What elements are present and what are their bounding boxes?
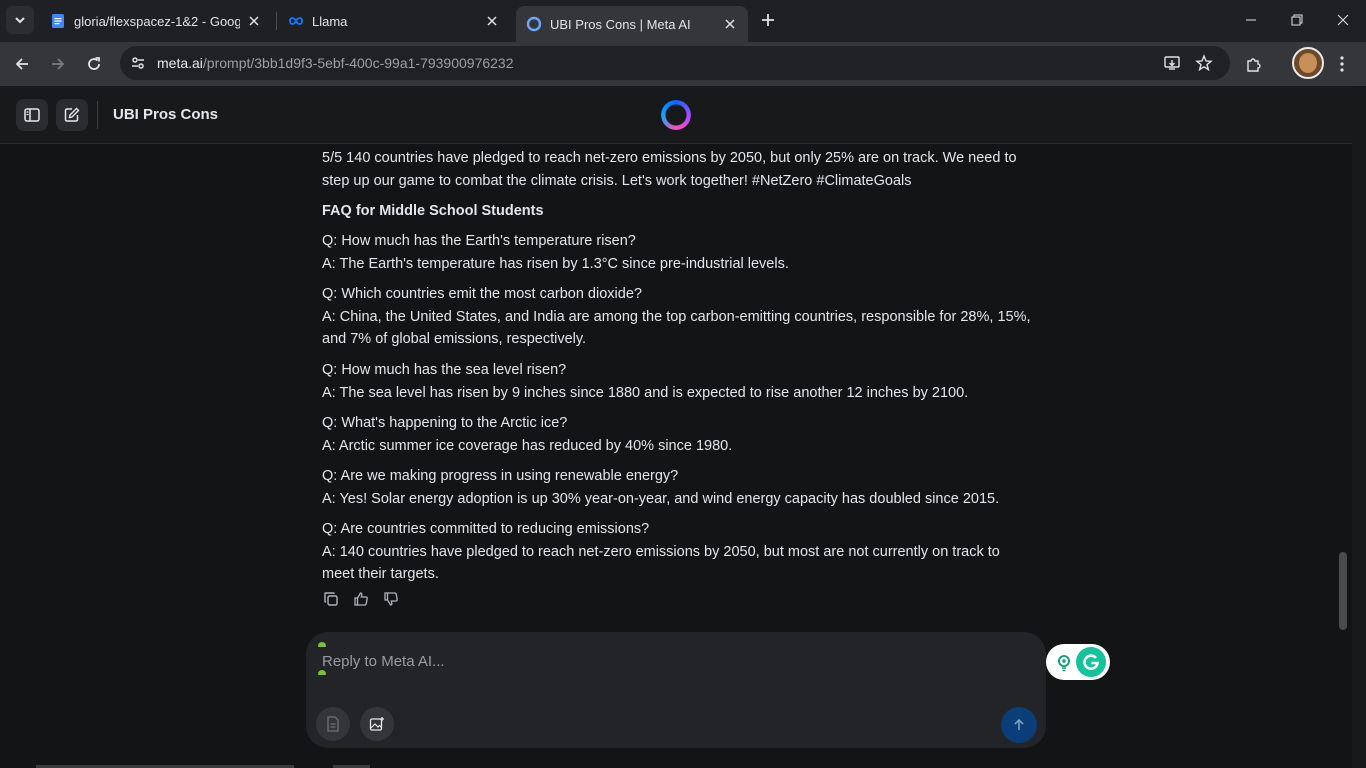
tune-icon <box>132 57 144 69</box>
conversation-title: UBI Pros Cons <box>113 106 219 123</box>
faq-item: Q: Which countries emit the most carbon … <box>322 283 1032 351</box>
faq-item: Q: How much has the Earth's temperature … <box>322 230 1032 275</box>
sidebar-icon <box>24 108 40 122</box>
faq-answer: A: China, the United States, and India a… <box>322 308 1031 348</box>
close-icon[interactable] <box>722 16 738 32</box>
meta-ai-logo-icon <box>661 100 691 130</box>
grammarly-logo-icon <box>1076 647 1106 677</box>
faq-answer: A: The Earth's temperature has risen by … <box>322 255 789 272</box>
copy-icon <box>324 592 338 606</box>
scrollbar-thumb[interactable] <box>1339 552 1347 630</box>
browser-menu-button[interactable] <box>1328 50 1356 78</box>
install-icon <box>1164 56 1180 70</box>
extensions-button[interactable] <box>1240 50 1268 78</box>
lightbulb-icon <box>1058 655 1070 672</box>
faq-question: Q: Are we making progress in using renew… <box>322 468 679 484</box>
meta-infinity-icon <box>289 17 303 25</box>
tab-title: Llama <box>312 13 348 29</box>
forward-button[interactable] <box>44 50 72 78</box>
tab-title: UBI Pros Cons | Meta AI <box>550 16 691 32</box>
faq-item: Q: What's happening to the Arctic ice? A… <box>322 412 1032 457</box>
back-button[interactable] <box>8 50 36 78</box>
faq-question: Q: Are countries committed to reducing e… <box>322 521 650 537</box>
thumbs-up-button[interactable] <box>352 590 370 608</box>
close-window-button[interactable] <box>1320 0 1366 40</box>
close-icon[interactable] <box>484 13 500 29</box>
chevron-down-icon <box>15 17 25 24</box>
copy-button[interactable] <box>322 590 340 608</box>
url-path: /prompt/3bb1d9f3-5ebf-400c-99a1-79390097… <box>202 55 514 71</box>
meta-ai-ring-icon <box>526 16 542 32</box>
grammarly-marker-icon <box>318 642 326 647</box>
faq-item: Q: Are we making progress in using renew… <box>322 465 1032 510</box>
address-bar[interactable]: meta.ai/prompt/3bb1d9f3-5ebf-400c-99a1-7… <box>120 46 1230 80</box>
site-info-button[interactable] <box>126 51 150 75</box>
reply-input[interactable] <box>322 648 1022 674</box>
restore-icon <box>1291 14 1303 26</box>
compose-icon <box>64 107 80 122</box>
faq-answer: A: Arctic summer ice coverage has reduce… <box>322 437 733 454</box>
app-header: UBI Pros Cons <box>0 86 1352 144</box>
tab-meta-ai-active[interactable]: UBI Pros Cons | Meta AI <box>516 6 748 42</box>
conversation-area: 5/5 140 countries have pledged to reach … <box>0 144 1352 768</box>
tab-search-button[interactable] <box>6 6 34 34</box>
faq-heading: FAQ for Middle School Students <box>322 203 544 219</box>
tab-llama[interactable]: Llama <box>278 6 510 36</box>
plus-icon <box>762 14 774 26</box>
attach-file-button[interactable] <box>316 707 350 741</box>
scrollbar-track[interactable] <box>1352 86 1366 768</box>
arrow-left-icon <box>15 58 28 70</box>
message-intro: 5/5 140 countries have pledged to reach … <box>322 150 1017 189</box>
tab-google-docs[interactable]: gloria/flexspacez-1&2 - Google <box>40 6 272 36</box>
close-icon[interactable] <box>246 13 262 29</box>
install-app-button[interactable] <box>1160 51 1184 75</box>
document-icon <box>327 716 339 732</box>
thumbs-down-icon <box>384 592 398 606</box>
add-image-button[interactable] <box>360 707 394 741</box>
minimize-button[interactable] <box>1228 0 1274 40</box>
browser-toolbar: meta.ai/prompt/3bb1d9f3-5ebf-400c-99a1-7… <box>0 42 1366 86</box>
new-chat-button[interactable] <box>56 99 88 131</box>
arrow-right-icon <box>52 58 65 70</box>
minimize-icon <box>1246 19 1256 21</box>
url-text[interactable]: meta.ai/prompt/3bb1d9f3-5ebf-400c-99a1-7… <box>157 55 514 71</box>
faq-question: Q: How much has the Earth's temperature … <box>322 233 636 249</box>
thumbs-down-button[interactable] <box>382 590 400 608</box>
restore-button[interactable] <box>1274 0 1320 40</box>
more-vertical-icon <box>1340 56 1344 72</box>
message-actions <box>322 590 400 610</box>
bookmark-button[interactable] <box>1192 51 1216 75</box>
browser-tab-bar: gloria/flexspacez-1&2 - Google Llama UBI… <box>0 0 1366 42</box>
thumbs-up-icon <box>354 592 368 606</box>
image-plus-icon <box>369 717 384 731</box>
faq-question: Q: How much has the sea level risen? <box>322 362 567 378</box>
puzzle-icon <box>1247 58 1261 72</box>
faq-question: Q: What's happening to the Arctic ice? <box>322 415 568 431</box>
faq-answer: A: 140 countries have pledged to reach n… <box>322 543 1000 583</box>
send-button[interactable] <box>1001 707 1037 743</box>
faq-item: Q: How much has the sea level risen? A: … <box>322 359 1032 404</box>
profile-avatar[interactable] <box>1292 47 1324 79</box>
close-icon <box>1337 14 1349 26</box>
grammarly-marker-icon <box>318 670 326 675</box>
faq-item: Q: Are countries committed to reducing e… <box>322 518 1032 586</box>
faq-question: Q: Which countries emit the most carbon … <box>322 286 642 302</box>
star-icon <box>1195 54 1213 72</box>
url-host: meta.ai <box>157 55 203 71</box>
reload-button[interactable] <box>80 50 108 78</box>
google-docs-icon <box>52 14 64 28</box>
faq-answer: A: Yes! Solar energy adoption is up 30% … <box>322 490 1000 507</box>
tab-title: gloria/flexspacez-1&2 - Google <box>74 13 240 29</box>
tab-separator <box>276 12 277 30</box>
reply-composer <box>306 632 1046 748</box>
toggle-sidebar-button[interactable] <box>16 99 48 131</box>
faq-answer: A: The sea level has risen by 9 inches s… <box>322 384 969 401</box>
arrow-up-icon <box>1014 718 1024 730</box>
reload-icon <box>88 57 100 70</box>
grammarly-widget[interactable] <box>1046 644 1110 680</box>
header-divider <box>97 101 98 129</box>
new-tab-button[interactable] <box>756 8 780 32</box>
